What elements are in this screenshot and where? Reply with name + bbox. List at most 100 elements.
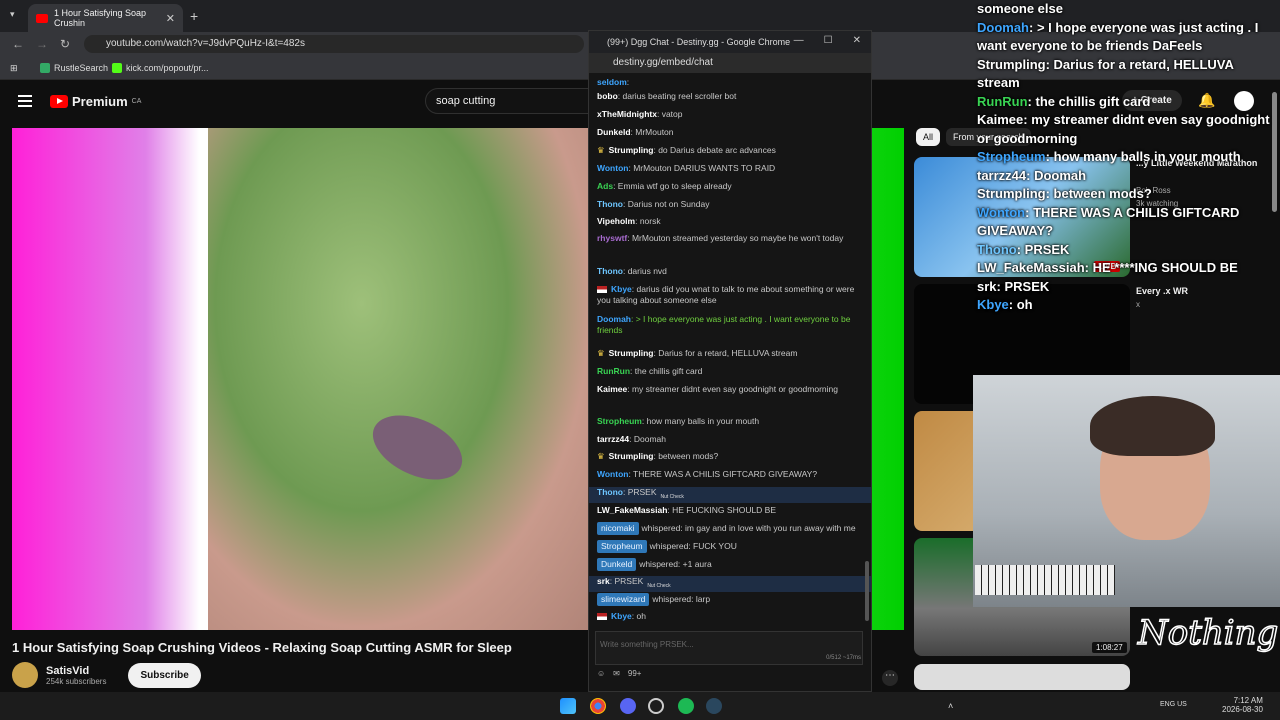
chat-message[interactable]: nicomaki whispered: im gay and in love wi… bbox=[597, 522, 865, 535]
chat-username[interactable]: Thono bbox=[597, 487, 623, 497]
chat-username[interactable]: Wonton bbox=[597, 469, 628, 479]
chat-message[interactable]: ♛ Strumpling: between mods? bbox=[597, 451, 865, 462]
bookmark-rustlesearch[interactable]: RustleSearch bbox=[40, 63, 108, 73]
chat-username[interactable]: srk bbox=[597, 576, 610, 586]
chat-username[interactable]: Kaimee bbox=[597, 384, 627, 394]
chat-message[interactable]: Thono: PRSEK Nut Check bbox=[589, 487, 871, 503]
chat-message[interactable]: xTheMidnightx: vatop bbox=[597, 109, 865, 120]
chat-message[interactable]: Kbye: darius did you wnat to talk to me … bbox=[597, 284, 865, 306]
chat-username[interactable]: Wonton bbox=[597, 163, 628, 173]
chat-username[interactable]: Strumpling bbox=[609, 348, 654, 358]
chat-username[interactable]: nicomaki bbox=[597, 522, 639, 535]
apps-icon[interactable]: ⊞ bbox=[10, 63, 18, 74]
chat-url[interactable]: destiny.gg/embed/chat bbox=[589, 53, 871, 73]
chat-username[interactable]: Dunkeld bbox=[597, 127, 631, 137]
maximize-icon[interactable]: ☐ bbox=[824, 35, 833, 46]
subscribe-button[interactable]: Subscribe bbox=[128, 662, 201, 688]
spotify-icon[interactable] bbox=[678, 698, 694, 714]
chat-message[interactable]: Kbye: oh bbox=[597, 611, 865, 622]
chat-message[interactable]: Wonton: THERE WAS A CHILIS GIFTCARD GIVE… bbox=[597, 469, 865, 480]
chat-username[interactable]: Kbye bbox=[611, 284, 632, 294]
start-icon[interactable] bbox=[560, 698, 576, 714]
steam-icon[interactable] bbox=[706, 698, 722, 714]
chat-username[interactable]: rhyswtf bbox=[597, 233, 627, 243]
reload-icon[interactable]: ↻ bbox=[60, 37, 70, 51]
more-icon[interactable]: ⋯ bbox=[882, 670, 898, 686]
youtube-favicon-icon bbox=[36, 13, 48, 23]
chat-message[interactable]: Wonton: MrMouton DARIUS WANTS TO RAID bbox=[597, 163, 865, 174]
chat-message[interactable]: Dunkeld: MrMouton bbox=[597, 127, 865, 138]
chip-all[interactable]: All bbox=[916, 128, 941, 146]
chat-username[interactable]: seldom bbox=[597, 77, 627, 87]
chat-message[interactable]: bobo: darius beating reel scroller bot bbox=[597, 91, 865, 102]
back-icon[interactable]: ← bbox=[12, 37, 24, 51]
chat-message[interactable]: LW_FakeMassiah: HE FUCKING SHOULD BE bbox=[597, 505, 865, 516]
whisper-icon[interactable]: ✉ bbox=[613, 669, 620, 678]
browser-tab[interactable]: 1 Hour Satisfying Soap Crushin ✕ bbox=[28, 4, 183, 32]
chat-username[interactable]: bobo bbox=[597, 91, 618, 101]
chat-username[interactable]: LW_FakeMassiah bbox=[597, 505, 667, 515]
chat-username[interactable]: Stropheum bbox=[597, 416, 642, 426]
minimize-icon[interactable]: — bbox=[794, 35, 804, 46]
tab-title: 1 Hour Satisfying Soap Crushin bbox=[54, 8, 147, 28]
search-input[interactable]: soap cutting bbox=[425, 88, 595, 114]
system-clock[interactable]: 7:12 AM 2026-08-30 bbox=[1222, 696, 1263, 714]
chat-message[interactable]: seldom: bbox=[597, 77, 865, 88]
channel-name[interactable]: SatisVid bbox=[46, 665, 106, 677]
chat-username[interactable]: Stropheum bbox=[597, 540, 647, 553]
menu-icon[interactable] bbox=[18, 95, 32, 107]
chat-message[interactable]: Stropheum whispered: FUCK YOU bbox=[597, 540, 865, 553]
chat-message[interactable]: RunRun: the chillis gift card bbox=[597, 366, 865, 377]
forward-icon[interactable]: → bbox=[36, 37, 48, 51]
chat-message[interactable]: Thono: Darius not on Sunday bbox=[597, 199, 865, 210]
chat-username[interactable]: Doomah bbox=[597, 314, 631, 324]
chrome-icon[interactable] bbox=[590, 698, 606, 714]
chat-text: : norsk bbox=[635, 216, 661, 226]
chat-message[interactable]: Thono: darius nvd bbox=[597, 266, 865, 277]
chat-username[interactable]: slimewizard bbox=[597, 593, 650, 606]
chat-message[interactable]: Ads: Emmia wtf go to sleep already bbox=[597, 181, 865, 192]
channel-avatar[interactable] bbox=[12, 662, 38, 688]
chat-username[interactable]: Thono bbox=[597, 266, 623, 276]
chat-username[interactable]: Strumpling bbox=[609, 451, 654, 461]
bookmark-kick[interactable]: kick.com/popout/pr... bbox=[112, 63, 209, 73]
address-bar[interactable]: youtube.com/watch?v=J9dvPQuHz-I&t=482s bbox=[84, 35, 584, 53]
discord-icon[interactable] bbox=[620, 698, 636, 714]
chat-username[interactable]: Strumpling bbox=[609, 145, 654, 155]
tray-chevron-icon[interactable]: ˄ bbox=[948, 701, 953, 711]
chat-username[interactable]: Thono bbox=[597, 199, 623, 209]
chat-message[interactable]: slimewizard whispered: larp bbox=[597, 593, 865, 606]
close-tab-icon[interactable]: ✕ bbox=[166, 12, 175, 25]
chat-message[interactable]: ♛ Strumpling: do Darius debate arc advanc… bbox=[597, 145, 865, 156]
chat-username[interactable]: Ads bbox=[597, 181, 613, 191]
chat-username[interactable]: tarrzz44 bbox=[597, 434, 629, 444]
youtube-logo[interactable]: Premium CA bbox=[50, 94, 141, 109]
chat-message[interactable]: Doomah: > I hope everyone was just actin… bbox=[597, 314, 865, 336]
chat-input[interactable]: Write something PRSEK... bbox=[595, 631, 863, 665]
chat-username[interactable]: Kbye bbox=[611, 611, 632, 621]
close-icon[interactable]: ✕ bbox=[853, 35, 861, 46]
chat-username[interactable]: RunRun bbox=[597, 366, 630, 376]
overlay-chat-line: Kaimee: my streamer didnt even say goodn… bbox=[977, 111, 1277, 148]
rec-thumbnail-5[interactable] bbox=[914, 664, 1130, 690]
chat-message[interactable]: srk: PRSEK Nut Check bbox=[589, 576, 871, 592]
chat-message[interactable]: Kaimee: my streamer didnt even say goodn… bbox=[597, 384, 865, 395]
new-tab-icon[interactable]: + bbox=[190, 8, 198, 24]
chat-message[interactable]: tarrzz44: Doomah bbox=[597, 434, 865, 445]
obs-icon[interactable] bbox=[648, 698, 664, 714]
chat-username[interactable]: Dunkeld bbox=[597, 558, 637, 571]
chat-text: : Darius not on Sunday bbox=[622, 199, 710, 209]
tab-search-icon[interactable]: ▾ bbox=[10, 9, 15, 20]
chat-username[interactable]: Vipeholm bbox=[597, 216, 635, 226]
chat-message[interactable]: rhyswtf: MrMouton streamed yesterday so … bbox=[597, 233, 865, 244]
chat-username[interactable]: xTheMidnightx bbox=[597, 109, 657, 119]
overlay-chat-line: LW_FakeMassiah: HE ****ING SHOULD BE bbox=[977, 259, 1277, 278]
chat-scrollbar[interactable] bbox=[865, 561, 869, 621]
chat-message[interactable]: Dunkeld whispered: +1 aura bbox=[597, 558, 865, 571]
chat-message[interactable]: ♛ Strumpling: Darius for a retard, HELLUV… bbox=[597, 348, 865, 359]
emote-icon[interactable]: ☺ bbox=[597, 669, 605, 678]
overlay-text: Strumpling: Darius for a retard, HELLUVA… bbox=[977, 56, 1234, 91]
chat-message-list[interactable]: seldom: bobo: darius beating reel scroll… bbox=[589, 73, 871, 629]
chat-message[interactable]: Stropheum: how many balls in your mouth bbox=[597, 416, 865, 427]
chat-message[interactable]: Vipeholm: norsk bbox=[597, 216, 865, 227]
